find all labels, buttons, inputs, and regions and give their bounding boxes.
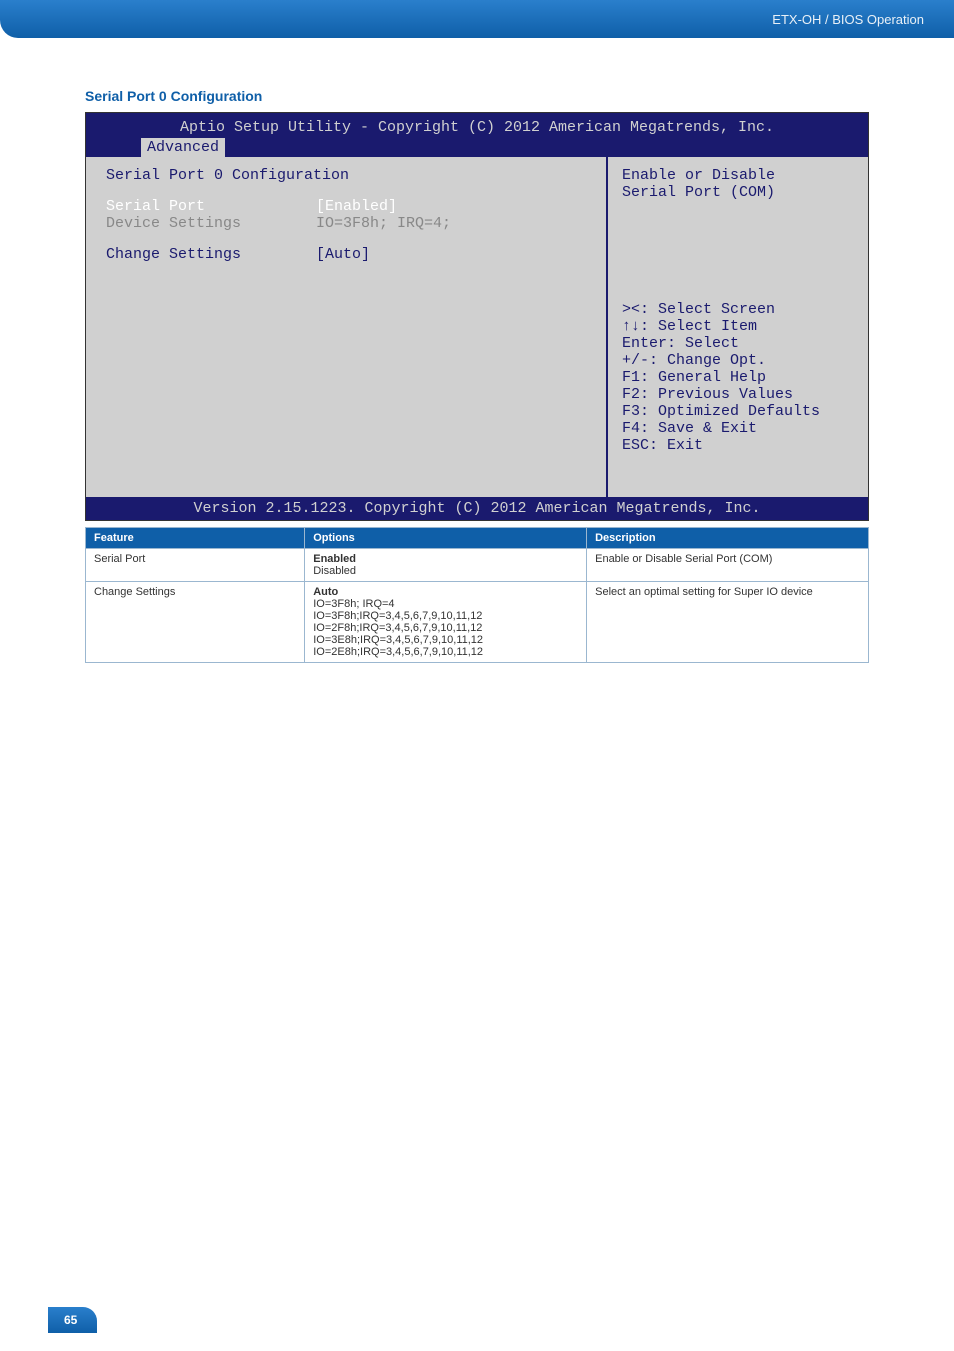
bios-nav-line: F3: Optimized Defaults (622, 403, 854, 420)
bios-nav-hints: ><: Select Screen ↑↓: Select Item Enter:… (622, 301, 854, 454)
table-row: Change Settings Auto IO=3F8h; IRQ=4 IO=3… (86, 582, 869, 663)
page-header-bar: ETX-OH / BIOS Operation (0, 0, 954, 38)
breadcrumb: ETX-OH / BIOS Operation (772, 12, 924, 27)
section-title: Serial Port 0 Configuration (85, 88, 869, 104)
table-row: Serial Port Enabled Disabled Enable or D… (86, 549, 869, 582)
bios-tabs: Advanced (86, 138, 868, 157)
bios-item-device-settings-label: Device Settings (106, 215, 316, 232)
bios-footer-version: Version 2.15.1223. Copyright (C) 2012 Am… (86, 497, 868, 520)
table-header-description: Description (587, 528, 869, 549)
page-content: Serial Port 0 Configuration Aptio Setup … (0, 38, 954, 663)
page-number: 65 (48, 1307, 97, 1333)
bios-tab-advanced: Advanced (141, 138, 225, 157)
feature-options-table: Feature Options Description Serial Port … (85, 527, 869, 663)
table-header-options: Options (305, 528, 587, 549)
table-cell-description: Enable or Disable Serial Port (COM) (587, 549, 869, 582)
bios-help-text: Enable or Disable Serial Port (COM) (622, 167, 854, 201)
bios-nav-line: +/-: Change Opt. (622, 352, 854, 369)
option-default: Auto (313, 586, 338, 598)
option-item: Disabled (313, 565, 356, 577)
bios-nav-line: F2: Previous Values (622, 386, 854, 403)
bios-header: Aptio Setup Utility - Copyright (C) 2012… (86, 113, 868, 157)
option-item: IO=2F8h;IRQ=3,4,5,6,7,9,10,11,12 (313, 622, 482, 634)
bios-nav-line: ↑↓: Select Item (622, 318, 854, 335)
bios-item-change-settings-label: Change Settings (106, 246, 316, 263)
bios-item-serial-port-label: Serial Port (106, 198, 316, 215)
bios-panel-heading: Serial Port 0 Configuration (106, 167, 586, 184)
table-cell-options: Enabled Disabled (305, 549, 587, 582)
table-cell-feature: Change Settings (86, 582, 305, 663)
bios-item-change-settings-value: [Auto] (316, 246, 586, 263)
option-item: IO=3F8h;IRQ=3,4,5,6,7,9,10,11,12 (313, 610, 482, 622)
bios-screenshot: Aptio Setup Utility - Copyright (C) 2012… (85, 112, 869, 521)
bios-nav-line: ESC: Exit (622, 437, 854, 454)
bios-nav-line: F1: General Help (622, 369, 854, 386)
bios-item-device-settings-value: IO=3F8h; IRQ=4; (316, 215, 586, 232)
option-item: IO=3E8h;IRQ=3,4,5,6,7,9,10,11,12 (313, 634, 483, 646)
bios-nav-line: Enter: Select (622, 335, 854, 352)
table-cell-description: Select an optimal setting for Super IO d… (587, 582, 869, 663)
bios-utility-title: Aptio Setup Utility - Copyright (C) 2012… (86, 117, 868, 138)
bios-nav-line: F4: Save & Exit (622, 420, 854, 437)
bios-body: Serial Port 0 Configuration Serial Port … (86, 157, 868, 497)
bios-main-panel: Serial Port 0 Configuration Serial Port … (86, 157, 608, 497)
table-header-feature: Feature (86, 528, 305, 549)
option-item: IO=3F8h; IRQ=4 (313, 598, 394, 610)
option-item: IO=2E8h;IRQ=3,4,5,6,7,9,10,11,12 (313, 646, 483, 658)
bios-help-line: Serial Port (COM) (622, 184, 854, 201)
bios-help-line: Enable or Disable (622, 167, 854, 184)
option-default: Enabled (313, 553, 356, 565)
bios-help-panel: Enable or Disable Serial Port (COM) ><: … (608, 157, 868, 497)
table-cell-feature: Serial Port (86, 549, 305, 582)
table-cell-options: Auto IO=3F8h; IRQ=4 IO=3F8h;IRQ=3,4,5,6,… (305, 582, 587, 663)
bios-nav-line: ><: Select Screen (622, 301, 854, 318)
bios-item-serial-port-value: [Enabled] (316, 198, 586, 215)
